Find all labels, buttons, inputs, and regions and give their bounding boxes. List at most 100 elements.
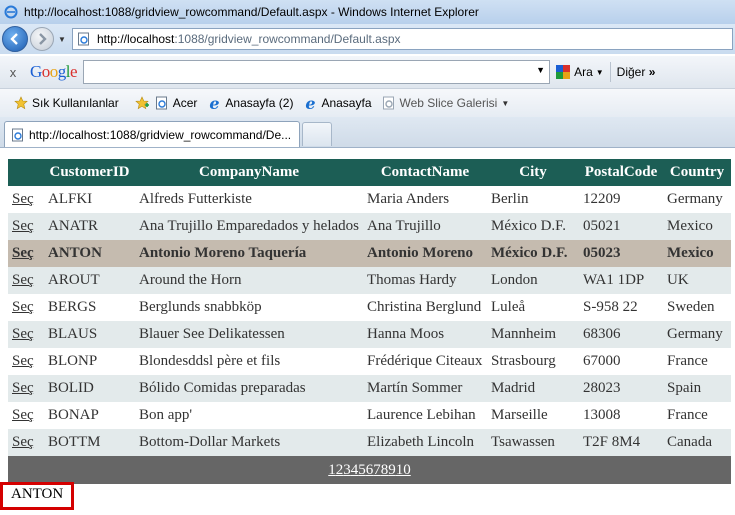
select-row-link[interactable]: Seç (8, 402, 44, 429)
select-row-link[interactable]: Seç (8, 267, 44, 294)
cell-contact: Ana Trujillo (363, 213, 487, 240)
table-row: Seç BLONP Blondesddsl père et fils Frédériq… (8, 348, 731, 375)
cell-id: BERGS (44, 294, 135, 321)
favorite-item-label: Web Slice Galerisi (399, 96, 498, 110)
cell-contact: Martín Sommer (363, 375, 487, 402)
more-label: Diğer (616, 65, 646, 79)
pager: 12345678910 (8, 456, 731, 484)
address-host: http://localhost (97, 32, 175, 46)
select-row-link[interactable]: Seç (8, 240, 44, 267)
select-row-link[interactable]: Seç (8, 321, 44, 348)
address-url: http://localhost:1088/gridview_rowcomman… (97, 32, 401, 46)
page-link[interactable]: 10 (396, 462, 411, 478)
arrow-left-icon (10, 33, 18, 45)
google-toolbar: x Google ▼ Ara ▼ Diğer » (0, 56, 735, 89)
table-row: Seç AROUT Around the Horn Thomas Hardy Londo… (8, 267, 731, 294)
cell-contact: Frédérique Citeaux (363, 348, 487, 375)
grid-header-customerid: CustomerID (44, 159, 135, 186)
add-favorite-button[interactable] (134, 96, 153, 110)
cell-postal: 67000 (579, 348, 663, 375)
grid-header-postalcode: PostalCode (579, 159, 663, 186)
page-link[interactable]: 5 (358, 462, 366, 478)
search-dropdown-icon[interactable]: ▼ (536, 65, 545, 75)
select-row-link[interactable]: Seç (8, 213, 44, 240)
select-row-link[interactable]: Seç (8, 348, 44, 375)
title-bar: http://localhost:1088/gridview_rowcomman… (0, 0, 735, 24)
grid-header-select (8, 159, 44, 186)
table-row: Seç BERGS Berglunds snabbköp Christina Berg… (8, 294, 731, 321)
cell-company: Berglunds snabbköp (135, 294, 363, 321)
table-row: Seç ANATR Ana Trujillo Emparedados y helad… (8, 213, 731, 240)
page-icon (155, 96, 169, 110)
selected-customer-label: ANTON (0, 482, 74, 510)
table-row: Seç BONAP Bon app' Laurence Lebihan Marseill… (8, 402, 731, 429)
select-row-link[interactable]: Seç (8, 429, 44, 456)
google-search-input[interactable]: ▼ (83, 60, 551, 84)
cell-id: ANTON (44, 240, 135, 267)
history-dropdown[interactable]: ▼ (58, 35, 68, 44)
cell-company: Bon app' (135, 402, 363, 429)
google-search-button[interactable]: Ara ▼ (556, 65, 604, 79)
forward-button[interactable] (30, 27, 54, 51)
cell-country: Canada (663, 429, 731, 456)
grid-body: Seç ALFKI Alfreds Futterkiste Maria Anders B… (8, 186, 731, 484)
cell-id: BOTTM (44, 429, 135, 456)
cell-contact: Christina Berglund (363, 294, 487, 321)
cell-postal: 12209 (579, 186, 663, 213)
cell-country: Mexico (663, 213, 731, 240)
favorites-button[interactable]: Sık Kullanılanlar (14, 96, 119, 110)
toolbar-close-button[interactable]: x (4, 65, 22, 80)
page-link[interactable]: 9 (388, 462, 396, 478)
favorite-item-label: Anasayfa (321, 96, 372, 110)
cell-id: BLONP (44, 348, 135, 375)
cell-city: London (487, 267, 579, 294)
cell-city: Luleå (487, 294, 579, 321)
select-row-link[interactable]: Seç (8, 294, 44, 321)
select-row-link[interactable]: Seç (8, 375, 44, 402)
add-favorite-icon (134, 96, 149, 110)
address-bar[interactable]: http://localhost:1088/gridview_rowcomman… (72, 28, 733, 50)
cell-postal: S-958 22 (579, 294, 663, 321)
cell-company: Around the Horn (135, 267, 363, 294)
page-link[interactable]: 7 (373, 462, 381, 478)
cell-postal: 68306 (579, 321, 663, 348)
cell-contact: Maria Anders (363, 186, 487, 213)
tab-default-aspx[interactable]: http://localhost:1088/gridview_rowcomman… (4, 121, 300, 147)
cell-company: Alfreds Futterkiste (135, 186, 363, 213)
cell-id: BOLID (44, 375, 135, 402)
cell-id: ALFKI (44, 186, 135, 213)
cell-country: Sweden (663, 294, 731, 321)
window-title: http://localhost:1088/gridview_rowcomman… (24, 5, 479, 19)
cell-contact: Laurence Lebihan (363, 402, 487, 429)
favorite-item-anasayfa[interactable]: e Anasayfa (303, 93, 372, 113)
page-link[interactable]: 1 (328, 462, 336, 478)
cell-id: BLAUS (44, 321, 135, 348)
cell-city: México D.F. (487, 213, 579, 240)
cell-contact: Antonio Moreno (363, 240, 487, 267)
page-icon (78, 32, 89, 46)
arrow-right-icon (39, 33, 47, 45)
grid-header-city: City (487, 159, 579, 186)
cell-postal: WA1 1DP (579, 267, 663, 294)
cell-id: AROUT (44, 267, 135, 294)
favorite-item-anasayfa-2[interactable]: e Anasayfa (2) (207, 94, 293, 113)
star-icon (14, 96, 28, 110)
favorite-item-acer[interactable]: Acer (155, 96, 197, 110)
cell-city: Strasbourg (487, 348, 579, 375)
favorite-item-web-slice-gallery[interactable]: Web Slice Galerisi ▼ (382, 96, 509, 110)
cell-country: Germany (663, 186, 731, 213)
cell-city: Tsawassen (487, 429, 579, 456)
back-button[interactable] (2, 26, 28, 52)
grid-header-country: Country (663, 159, 731, 186)
cell-city: Madrid (487, 375, 579, 402)
cell-postal: T2F 8M4 (579, 429, 663, 456)
new-tab-button[interactable] (302, 122, 332, 146)
ie-logo-icon: e (305, 93, 316, 113)
customers-gridview: CustomerID CompanyName ContactName City … (8, 159, 731, 484)
cell-company: Bottom-Dollar Markets (135, 429, 363, 456)
more-button[interactable]: Diğer » (617, 65, 656, 79)
cell-id: ANATR (44, 213, 135, 240)
select-row-link[interactable]: Seç (8, 186, 44, 213)
page-link[interactable]: 3 (343, 462, 351, 478)
grid-header-contactname: ContactName (363, 159, 487, 186)
